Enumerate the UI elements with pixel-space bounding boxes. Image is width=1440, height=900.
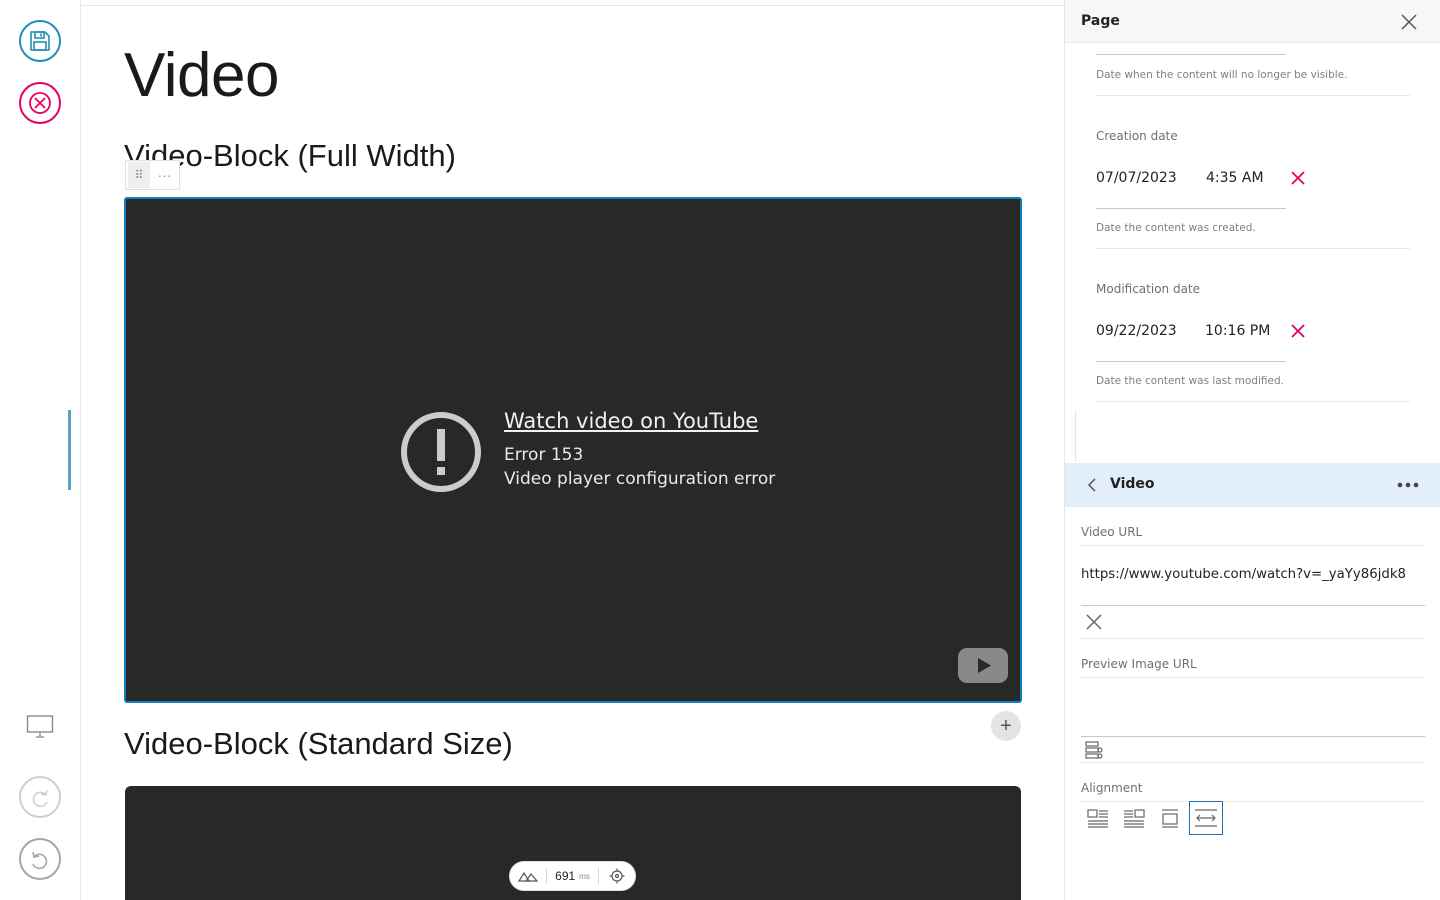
- video-url-input[interactable]: https://www.youtube.com/watch?v=_yaYy86j…: [1081, 567, 1406, 582]
- preview-image-url-underline: [1081, 736, 1425, 737]
- chevron-left-icon[interactable]: [1085, 477, 1099, 493]
- modification-date-help: Date the content was last modified.: [1096, 375, 1284, 387]
- monitor-icon[interactable]: [26, 714, 54, 740]
- align-left-icon: [1087, 809, 1108, 828]
- modification-date-underline: [1096, 361, 1286, 362]
- top-divider: [81, 5, 1064, 6]
- sidebar-header: Page: [1065, 0, 1440, 43]
- perf-unit: ms: [579, 871, 590, 881]
- error-code: Error 153: [504, 445, 584, 465]
- save-button[interactable]: [19, 20, 61, 62]
- align-center-icon: [1162, 809, 1178, 828]
- block-settings-header: Video: [1065, 463, 1440, 507]
- alignment-label: Alignment: [1081, 781, 1143, 795]
- block-settings-title: Video: [1110, 476, 1155, 492]
- modification-time-input[interactable]: 10:16 PM: [1205, 323, 1270, 339]
- perf-value: 691: [555, 869, 576, 883]
- video-url-label: Video URL: [1081, 525, 1143, 539]
- creation-date-underline: [1096, 208, 1286, 209]
- close-icon[interactable]: [1399, 12, 1419, 32]
- align-right-button[interactable]: [1117, 801, 1151, 835]
- video-embed-full-width[interactable]: Watch video on YouTube Error 153 Video p…: [124, 197, 1022, 703]
- toolbar-resize-indicator[interactable]: [68, 410, 71, 490]
- align-right-icon: [1124, 809, 1145, 828]
- sidebar-title: Page: [1081, 13, 1120, 29]
- creation-date-label: Creation date: [1096, 129, 1178, 143]
- watch-on-youtube-link[interactable]: Watch video on YouTube: [504, 409, 758, 433]
- browse-objects-icon[interactable]: [1085, 741, 1103, 759]
- expiration-help: Date when the content will no longer be …: [1096, 69, 1348, 81]
- modification-date-label: Modification date: [1096, 282, 1201, 296]
- creation-time-input[interactable]: 4:35 AM: [1206, 170, 1264, 186]
- align-left-button[interactable]: [1081, 801, 1115, 835]
- nuxt-logo-icon: [510, 867, 546, 885]
- clear-creation-date-icon[interactable]: [1290, 170, 1306, 186]
- error-icon: [401, 412, 481, 492]
- expiration-field-underline: [1096, 54, 1286, 55]
- page-title[interactable]: Video: [124, 40, 279, 111]
- editor-toolbar: [0, 0, 81, 900]
- redo-icon: [32, 789, 48, 808]
- redo-button[interactable]: [19, 776, 61, 818]
- undo-button[interactable]: [19, 838, 61, 880]
- preview-image-url-label: Preview Image URL: [1081, 657, 1197, 671]
- clear-modification-date-icon[interactable]: [1290, 323, 1306, 339]
- more-options-icon[interactable]: [1397, 481, 1419, 489]
- error-message: Video player configuration error: [504, 469, 776, 489]
- modification-date-input[interactable]: 09/22/2023: [1096, 323, 1177, 339]
- add-block-button[interactable]: +: [991, 711, 1021, 741]
- align-full-width-button[interactable]: [1189, 801, 1223, 835]
- preview-image-url-input[interactable]: [1081, 700, 1425, 720]
- undo-icon: [32, 851, 48, 870]
- block-toolbar: ⠿ ···: [125, 160, 180, 190]
- cancel-button[interactable]: [19, 82, 61, 124]
- alignment-options: [1081, 801, 1223, 835]
- creation-date-help: Date the content was created.: [1096, 222, 1256, 234]
- crosshair-icon[interactable]: [599, 867, 635, 885]
- scroll-divider: [1075, 410, 1076, 462]
- creation-date-input[interactable]: 07/07/2023: [1096, 170, 1177, 186]
- video-url-underline: [1081, 605, 1425, 606]
- clear-video-url-icon[interactable]: [1085, 613, 1103, 631]
- close-icon: [29, 92, 51, 114]
- block-menu-button[interactable]: ···: [150, 168, 179, 182]
- align-full-width-icon: [1195, 809, 1217, 827]
- youtube-logo-icon[interactable]: [958, 648, 1008, 683]
- editor-canvas: Video Video-Block (Full Width) ⠿ ··· Wat…: [81, 0, 1064, 900]
- align-center-button[interactable]: [1153, 801, 1187, 835]
- devtools-perf-indicator[interactable]: 691 ms: [509, 861, 636, 891]
- block-heading-standard-size[interactable]: Video-Block (Standard Size): [124, 726, 513, 762]
- properties-sidebar: Page Date when the content will no longe…: [1064, 0, 1440, 900]
- drag-handle-icon[interactable]: ⠿: [128, 162, 150, 188]
- floppy-disk-icon: [30, 31, 50, 51]
